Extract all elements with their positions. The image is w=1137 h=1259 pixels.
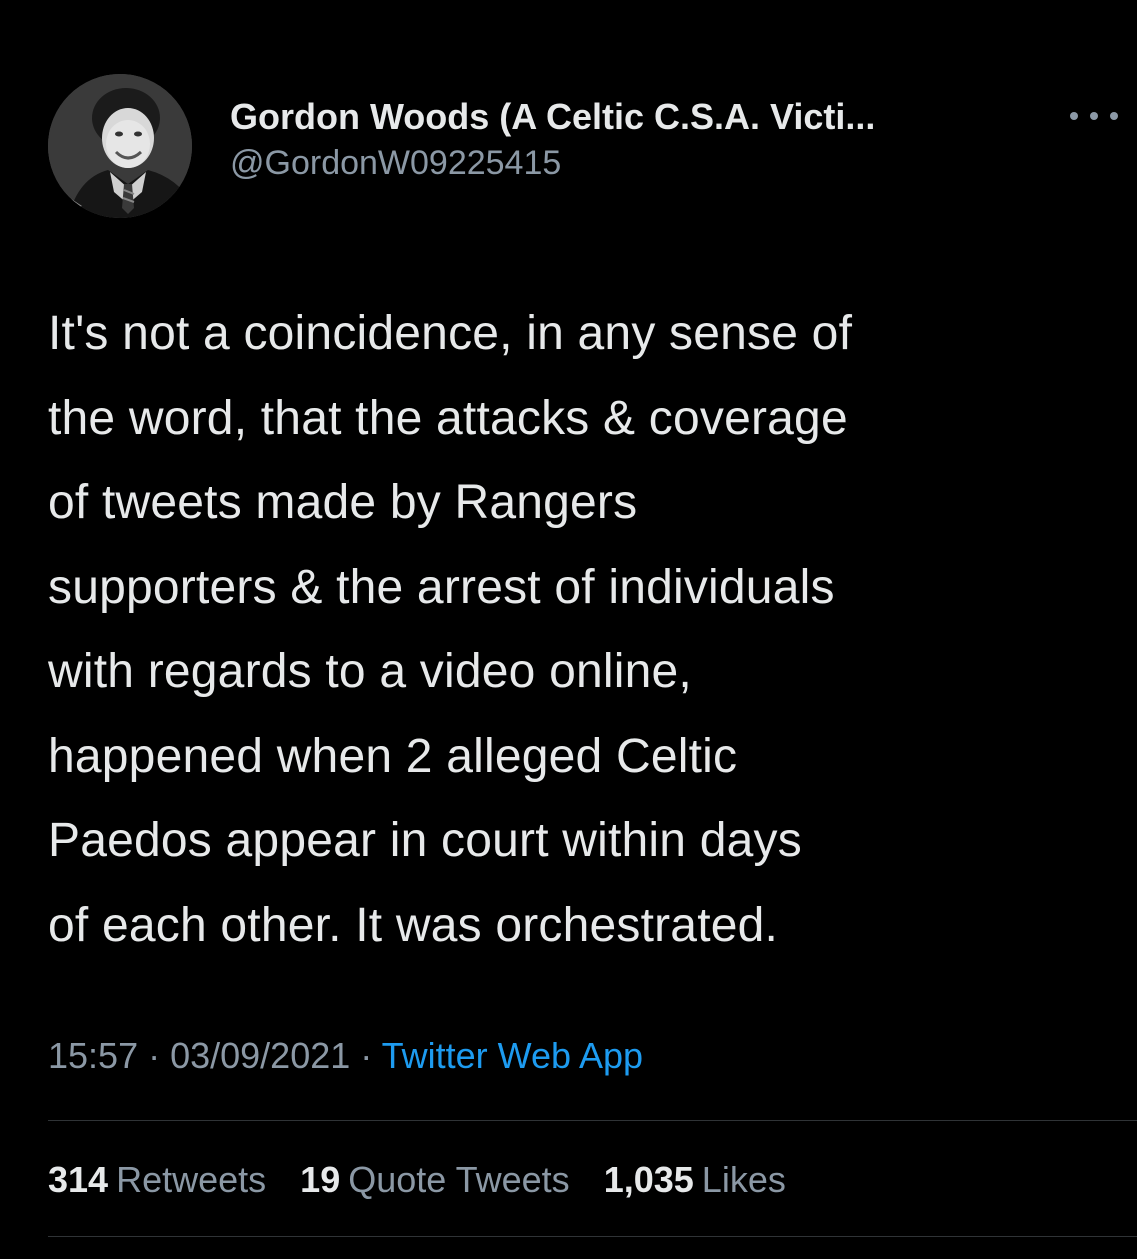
likes-stat[interactable]: 1,035 Likes xyxy=(604,1155,786,1205)
meta-separator: · xyxy=(138,1035,171,1076)
meta-separator: · xyxy=(350,1035,382,1076)
quote-tweets-label: Quote Tweets xyxy=(348,1159,570,1200)
tweet-text: It's not a coincidence, in any sense of … xyxy=(48,292,1118,968)
tweet-time[interactable]: 15:57 xyxy=(48,1035,138,1076)
tweet-detail: Gordon Woods (A Celtic C.S.A. Victi... @… xyxy=(0,0,1137,1259)
tweet-header: Gordon Woods (A Celtic C.S.A. Victi... @… xyxy=(48,74,1118,220)
author-names: Gordon Woods (A Celtic C.S.A. Victi... @… xyxy=(230,94,1050,184)
profile-photo-icon xyxy=(48,74,192,218)
tweet-text-line: Paedos appear in court within days xyxy=(48,814,802,867)
tweet-date[interactable]: 03/09/2021 xyxy=(170,1035,350,1076)
likes-count: 1,035 xyxy=(603,1159,694,1200)
tweet-text-line: the word, that the attacks & coverage xyxy=(48,391,848,445)
quote-tweets-stat[interactable]: 19 Quote Tweets xyxy=(300,1155,570,1205)
tweet-text-line: It's not a coincidence, in any sense of xyxy=(48,307,853,360)
avatar[interactable] xyxy=(48,74,192,218)
retweets-label: Retweets xyxy=(116,1159,267,1200)
tweet-text-line: of each other. It was orchestrated. xyxy=(48,898,779,952)
author-display-name[interactable]: Gordon Woods (A Celtic C.S.A. Victi... xyxy=(230,94,1050,140)
tweet-text-line: of tweets made by Rangers xyxy=(48,476,638,529)
more-options-icon[interactable] xyxy=(1070,104,1118,128)
retweets-count: 314 xyxy=(48,1159,109,1200)
dot xyxy=(1070,112,1078,120)
likes-label: Likes xyxy=(701,1159,786,1200)
dot xyxy=(1090,112,1098,120)
author-handle[interactable]: @GordonW09225415 xyxy=(230,142,1050,184)
tweet-stats: 314 Retweets 19 Quote Tweets 1,035 Likes xyxy=(48,1155,810,1205)
retweets-stat[interactable]: 314 Retweets xyxy=(48,1155,266,1205)
tweet-text-line: supporters & the arrest of individuals xyxy=(48,560,835,614)
quote-tweets-count: 19 xyxy=(300,1159,341,1200)
dot xyxy=(1110,112,1118,120)
divider xyxy=(48,1120,1137,1121)
tweet-source-link[interactable]: Twitter Web App xyxy=(382,1035,643,1076)
tweet-text-line: happened when 2 alleged Celtic xyxy=(48,729,738,783)
tweet-text-line: with regards to a video online, xyxy=(48,645,692,698)
tweet-meta: 15:57 · 03/09/2021 · Twitter Web App xyxy=(48,1030,643,1082)
divider xyxy=(48,1236,1137,1237)
